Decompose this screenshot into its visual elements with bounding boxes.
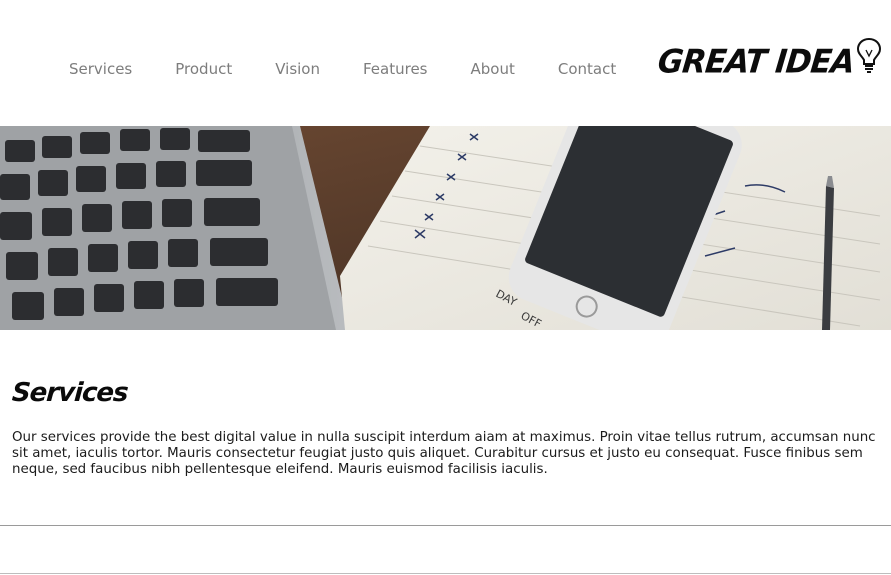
nav-item-services[interactable]: Services <box>69 60 132 78</box>
site-header: Services Product Vision Features About C… <box>0 0 891 126</box>
hero-photo: DAY OFF <box>0 126 891 330</box>
services-section: Services Our services provide the best d… <box>10 378 882 478</box>
logo-text: GREAT IDEA <box>656 43 856 81</box>
hero-image: DAY OFF <box>0 126 891 330</box>
section-title: Services <box>10 378 129 408</box>
logo[interactable]: GREAT IDEA <box>656 36 882 81</box>
divider <box>0 573 891 574</box>
nav-item-features[interactable]: Features <box>363 60 428 78</box>
divider <box>0 525 891 526</box>
main-nav: Services Product Vision Features About C… <box>69 60 616 78</box>
nav-item-about[interactable]: About <box>470 60 514 78</box>
nav-item-contact[interactable]: Contact <box>558 60 616 78</box>
nav-item-product[interactable]: Product <box>175 60 232 78</box>
section-body: Our services provide the best digital va… <box>12 430 876 477</box>
nav-item-vision[interactable]: Vision <box>275 60 320 78</box>
lightbulb-icon <box>856 36 882 79</box>
